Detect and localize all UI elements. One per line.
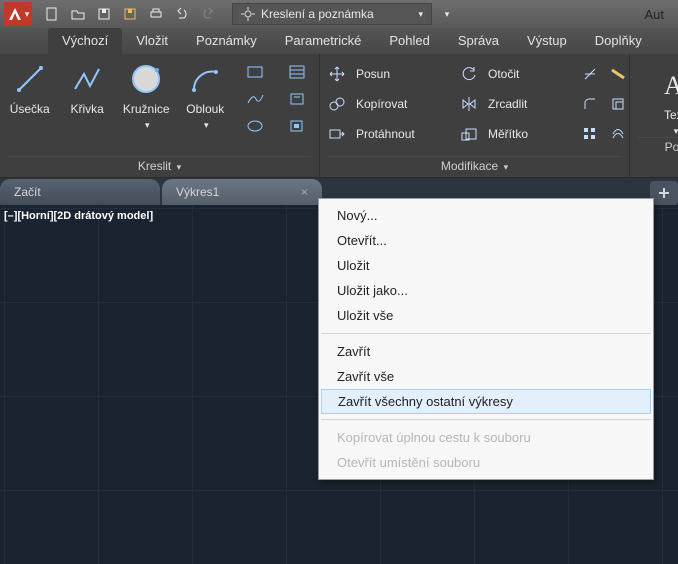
array-icon[interactable] [582, 126, 606, 142]
tab-pohled[interactable]: Pohled [375, 28, 443, 54]
menu-separator [321, 419, 651, 420]
doc-tab-vykres1-label: Výkres1 [176, 185, 219, 199]
plus-icon [658, 187, 670, 199]
ribbon-tabs: Výchozí Vložit Poznámky Parametrické Poh… [0, 28, 678, 54]
menu-new[interactable]: Nový... [319, 203, 653, 228]
panel-annotation: A Text▾ Poz [630, 54, 678, 177]
ribbon-body: Úsečka Křivka Kružnice▾ Oblouk▾ [0, 54, 678, 178]
tool-circle-label: Kružnice [123, 102, 170, 116]
titlebar: ▾ Kreslení a poznámka ▾ ▾ Aut [0, 0, 678, 28]
panel-draw: Úsečka Křivka Kružnice▾ Oblouk▾ [0, 54, 320, 177]
tool-curve-label: Křivka [70, 102, 103, 116]
menu-close-all[interactable]: Zavřít vše [319, 364, 653, 389]
context-menu: Nový... Otevřít... Uložit Uložit jako...… [318, 198, 654, 480]
workspace-label: Kreslení a poznámka [261, 7, 374, 21]
menu-save-as[interactable]: Uložit jako... [319, 278, 653, 303]
tool-text-label: Text [664, 108, 678, 122]
add-tab-button[interactable] [650, 181, 678, 205]
redo-icon[interactable] [196, 3, 220, 25]
tab-parametricke[interactable]: Parametrické [271, 28, 376, 54]
print-icon[interactable] [144, 3, 168, 25]
ellipse-icon[interactable] [241, 114, 269, 138]
polyline-icon [68, 60, 106, 98]
draw-small-tools [241, 60, 269, 138]
tool-arc-label: Oblouk [186, 102, 224, 116]
rotate-button[interactable]: Otočit [488, 67, 578, 81]
scale-icon[interactable] [460, 125, 484, 143]
tool-arc[interactable]: Oblouk▾ [184, 60, 227, 131]
copy-icon[interactable] [328, 95, 352, 113]
tool-line[interactable]: Úsečka [8, 60, 51, 116]
doc-tab-start-label: Začít [14, 185, 41, 199]
tool-curve[interactable]: Křivka [65, 60, 108, 116]
move-icon[interactable] [328, 65, 352, 83]
line-icon [11, 60, 49, 98]
chevron-down-icon: ▾ [418, 9, 423, 20]
menu-save[interactable]: Uložit [319, 253, 653, 278]
stretch-button[interactable]: Protáhnout [356, 127, 456, 141]
stretch-icon[interactable] [328, 125, 352, 143]
rotate-icon[interactable] [460, 65, 484, 83]
tool-text[interactable]: A Text▾ [656, 66, 678, 137]
open-icon[interactable] [66, 3, 90, 25]
menu-save-all[interactable]: Uložit vše [319, 303, 653, 328]
svg-text:A: A [664, 71, 678, 100]
tool-circle[interactable]: Kružnice▾ [123, 60, 170, 131]
panel-modify: Posun Otočit Kopírovat Zrcadlit Protáhno… [320, 54, 630, 177]
menu-open[interactable]: Otevřít... [319, 228, 653, 253]
region-icon[interactable] [283, 87, 311, 111]
rectangle-icon[interactable] [241, 60, 269, 84]
save-icon[interactable] [92, 3, 116, 25]
menu-open-location: Otevřít umístění souboru [319, 450, 653, 475]
fillet-icon[interactable] [582, 96, 606, 112]
saveas-icon[interactable] [118, 3, 142, 25]
tab-doplnky[interactable]: Doplňky [581, 28, 656, 54]
menu-close[interactable]: Zavřít [319, 339, 653, 364]
mirror-button[interactable]: Zrcadlit [488, 97, 578, 111]
new-icon[interactable] [40, 3, 64, 25]
undo-icon[interactable] [170, 3, 194, 25]
circle-icon [127, 60, 165, 98]
tab-poznamky[interactable]: Poznámky [182, 28, 271, 54]
panel-modify-title[interactable]: Modifikace ▾ [328, 156, 621, 175]
doc-tab-start[interactable]: Začít [0, 179, 160, 205]
hatch-icon[interactable] [283, 60, 311, 84]
point-icon[interactable] [283, 114, 311, 138]
tool-line-label: Úsečka [10, 102, 50, 116]
trim-icon[interactable] [582, 66, 606, 82]
qat-overflow-icon[interactable]: ▾ [434, 3, 458, 25]
workspace-selector[interactable]: Kreslení a poznámka ▾ [232, 3, 432, 25]
copy-button[interactable]: Kopírovat [356, 97, 456, 111]
text-icon: A [656, 66, 678, 104]
menu-separator [321, 333, 651, 334]
close-icon[interactable]: × [301, 185, 308, 199]
draw-small-tools-2 [283, 60, 311, 138]
app-title: Aut [644, 7, 674, 22]
gear-icon [241, 7, 255, 21]
move-button[interactable]: Posun [356, 67, 456, 81]
app-logo[interactable]: ▾ [4, 2, 32, 26]
scale-button[interactable]: Měřítko [488, 127, 578, 141]
spline-icon[interactable] [241, 87, 269, 111]
tab-sprava[interactable]: Správa [444, 28, 513, 54]
menu-close-others[interactable]: Zavřít všechny ostatní výkresy [321, 389, 651, 414]
tab-vlozit[interactable]: Vložit [122, 28, 182, 54]
tab-vystup[interactable]: Výstup [513, 28, 581, 54]
tab-vychozi[interactable]: Výchozí [48, 28, 122, 54]
panel-draw-title[interactable]: Kreslit ▾ [8, 156, 311, 175]
menu-copy-path: Kopírovat úplnou cestu k souboru [319, 425, 653, 450]
arc-icon [186, 60, 224, 98]
mirror-icon[interactable] [460, 95, 484, 113]
panel-annot-title[interactable]: Poz [638, 137, 678, 156]
doc-tab-vykres1[interactable]: Výkres1 × [162, 179, 322, 205]
viewport-label[interactable]: [–][Horní][2D drátový model] [4, 210, 153, 222]
